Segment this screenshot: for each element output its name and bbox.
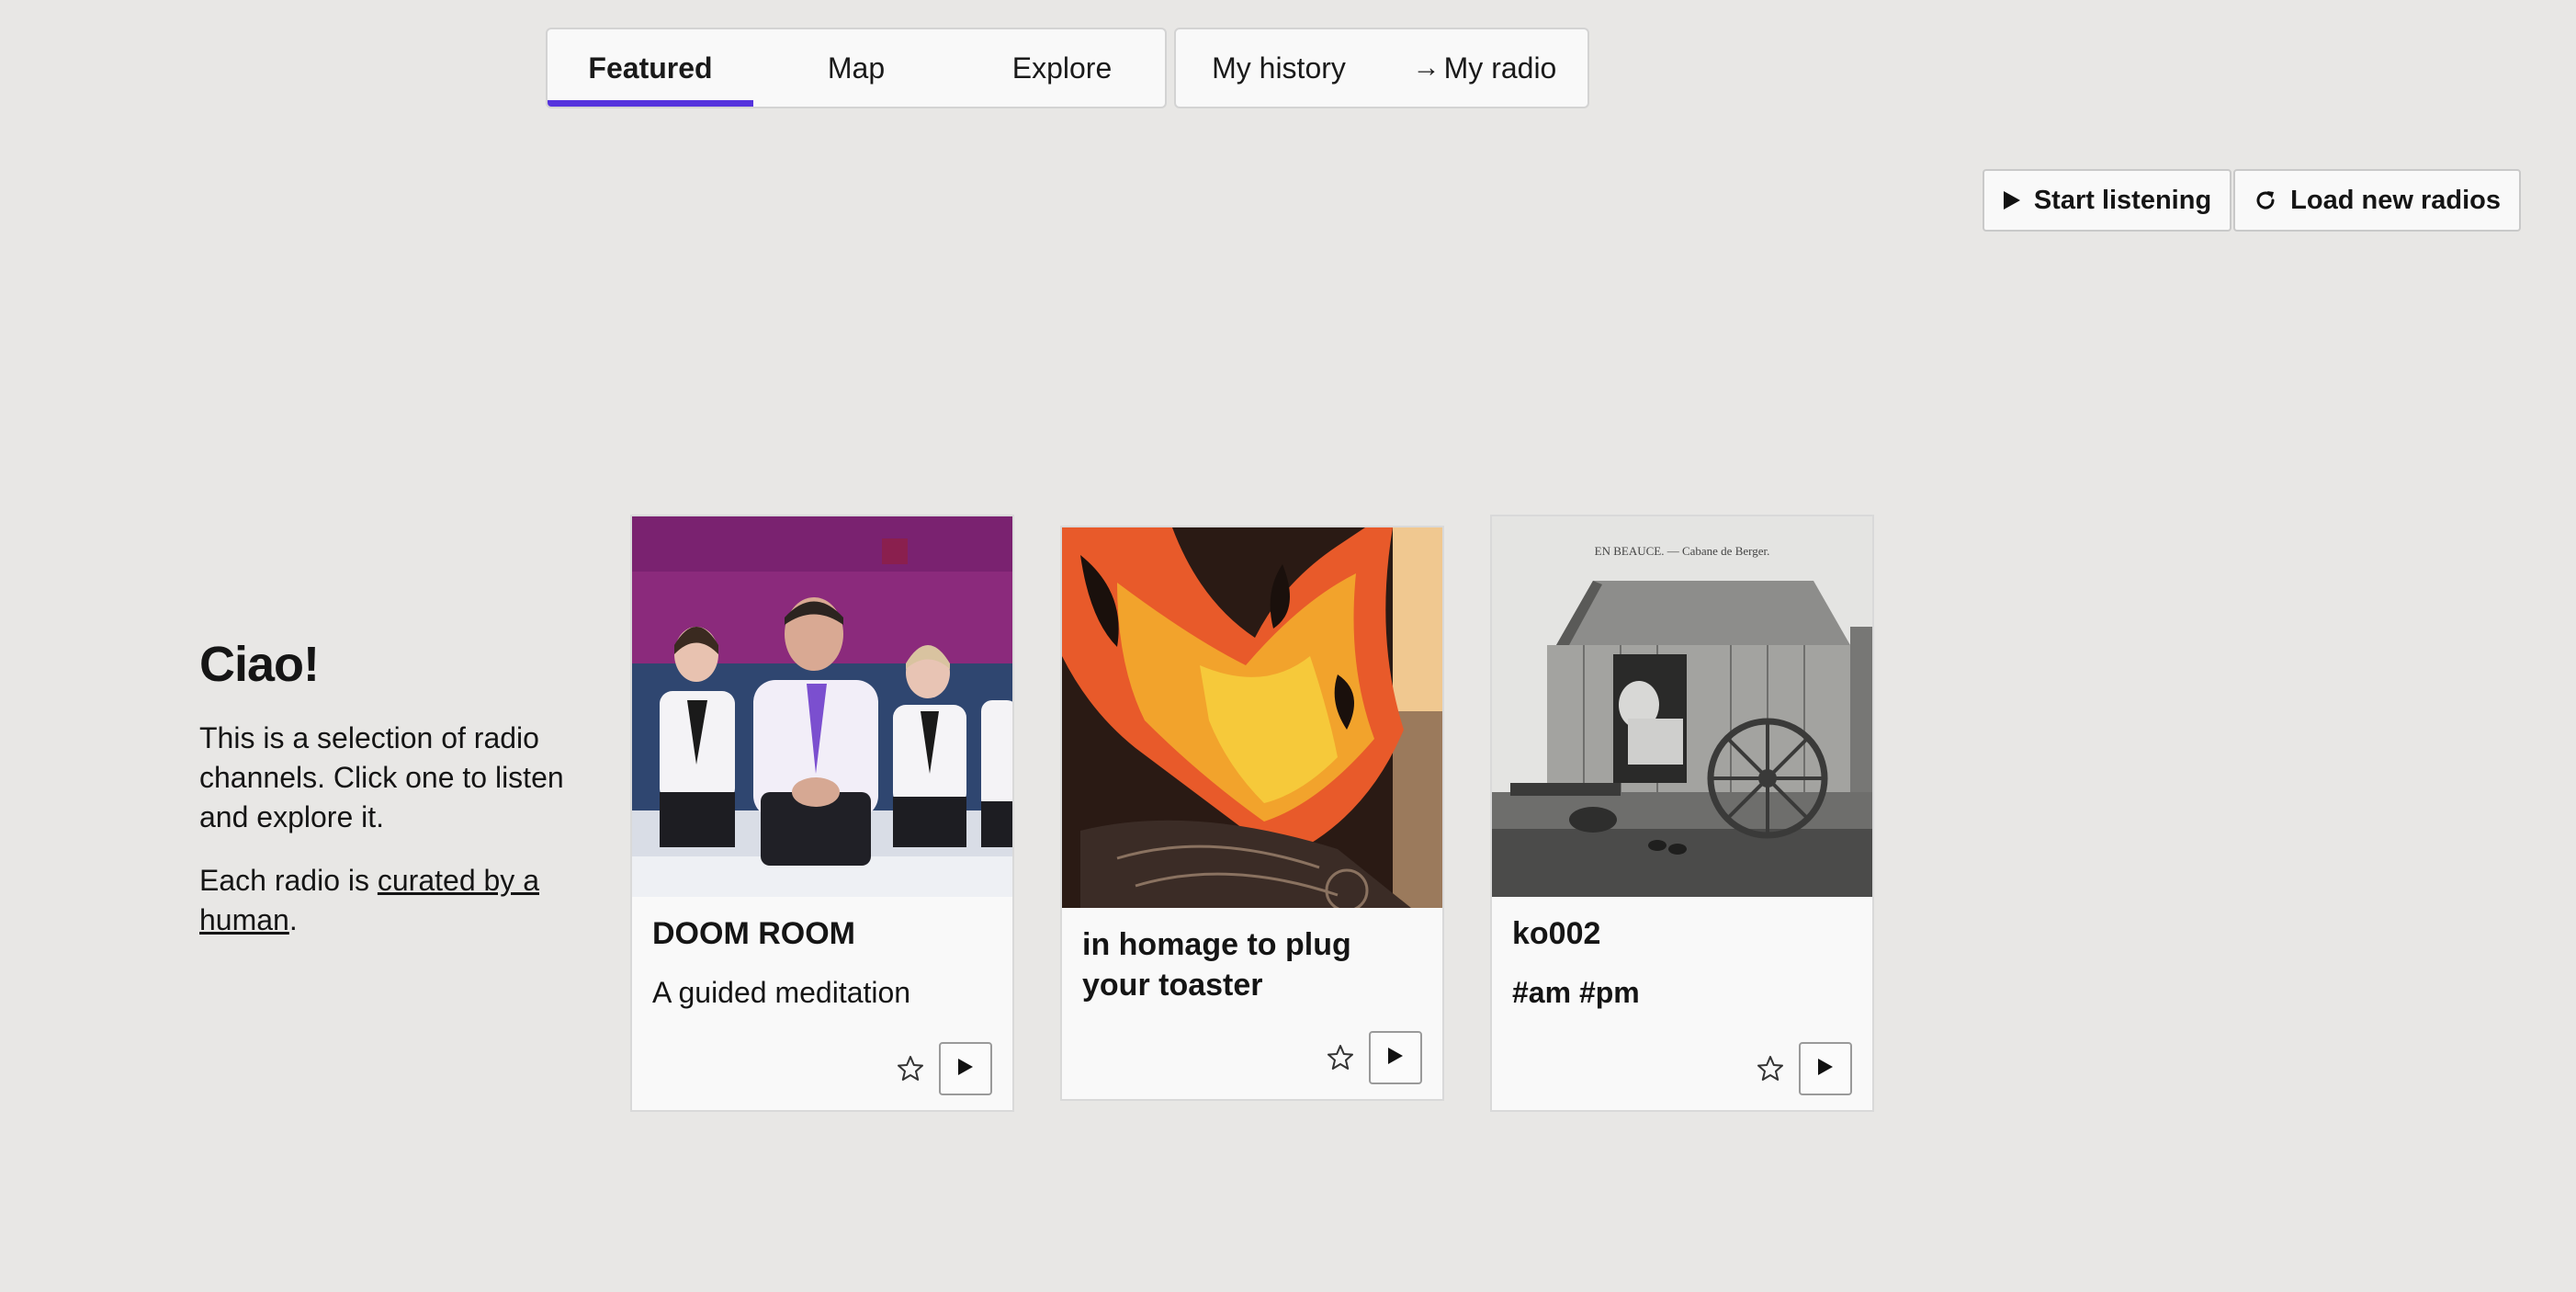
arrow-right-icon: → [1412,52,1441,83]
load-new-radios-button[interactable]: Load new radios [2233,169,2521,232]
radio-card-doom-room[interactable]: DOOM ROOM A guided meditation [630,515,1014,1112]
refresh-icon [2254,188,2277,212]
curation-note-prefix: Each radio is [199,864,378,897]
curation-note: Each radio is curated by a human. [199,861,594,940]
main-tab-bar: Featured Map Explore [546,28,1167,108]
play-icon [1817,1058,1834,1081]
card-play-button[interactable] [1369,1031,1422,1084]
card-controls [895,1042,992,1095]
radio-card-plug-your-toaster[interactable]: in homage to plug your toaster [1060,526,1444,1101]
star-icon[interactable] [1755,1053,1786,1084]
card-controls [1755,1042,1852,1095]
card-description: A guided meditation [652,976,911,1009]
card-play-button[interactable] [939,1042,992,1095]
user-tab-bar: My history → My radio [1174,28,1589,108]
play-icon [1387,1047,1404,1070]
postcard-caption: EN BEAUCE. — Cabane de Berger. [1595,544,1770,558]
tab-my-radio-label: My radio [1443,51,1557,85]
card-title: ko002 [1512,916,1601,951]
intro-paragraph: This is a selection of radio channels. C… [199,721,564,833]
plug-your-toaster-artwork [1062,527,1442,908]
card-play-button[interactable] [1799,1042,1852,1095]
radio-actions: Start listening Load new radios [1982,169,2521,232]
tab-featured[interactable]: Featured [548,29,753,107]
tab-explore[interactable]: Explore [959,29,1165,107]
tab-map[interactable]: Map [753,29,959,107]
card-title: in homage to plug your toaster [1082,927,1351,1003]
shepherd-cabin-photo: EN BEAUCE. — Cabane de Berger. [1492,516,1872,897]
tab-map-label: Map [827,51,886,85]
start-listening-button[interactable]: Start listening [1982,169,2232,232]
tab-my-radio[interactable]: → My radio [1382,29,1587,107]
card-tags: #am #pm [1512,976,1640,1009]
star-icon[interactable] [895,1053,926,1084]
intro-section: Ciao! This is a selection of radio chann… [199,636,594,964]
doom-room-artwork [632,516,1012,897]
play-icon [2003,190,2021,210]
card-title: DOOM ROOM [652,916,855,951]
tab-my-history[interactable]: My history [1176,29,1382,107]
play-icon [957,1058,974,1081]
curation-note-suffix: . [288,903,298,936]
tab-featured-label: Featured [588,51,713,85]
tab-my-history-label: My history [1212,51,1346,85]
tab-explore-label: Explore [1011,51,1113,85]
intro-heading: Ciao! [199,637,320,692]
start-listening-label: Start listening [2033,185,2212,215]
card-controls [1325,1031,1422,1084]
star-icon[interactable] [1325,1042,1356,1073]
radio-card-ko002[interactable]: EN BEAUCE. — Cabane de Berger. ko002 #am… [1490,515,1874,1112]
load-new-radios-label: Load new radios [2290,185,2501,215]
